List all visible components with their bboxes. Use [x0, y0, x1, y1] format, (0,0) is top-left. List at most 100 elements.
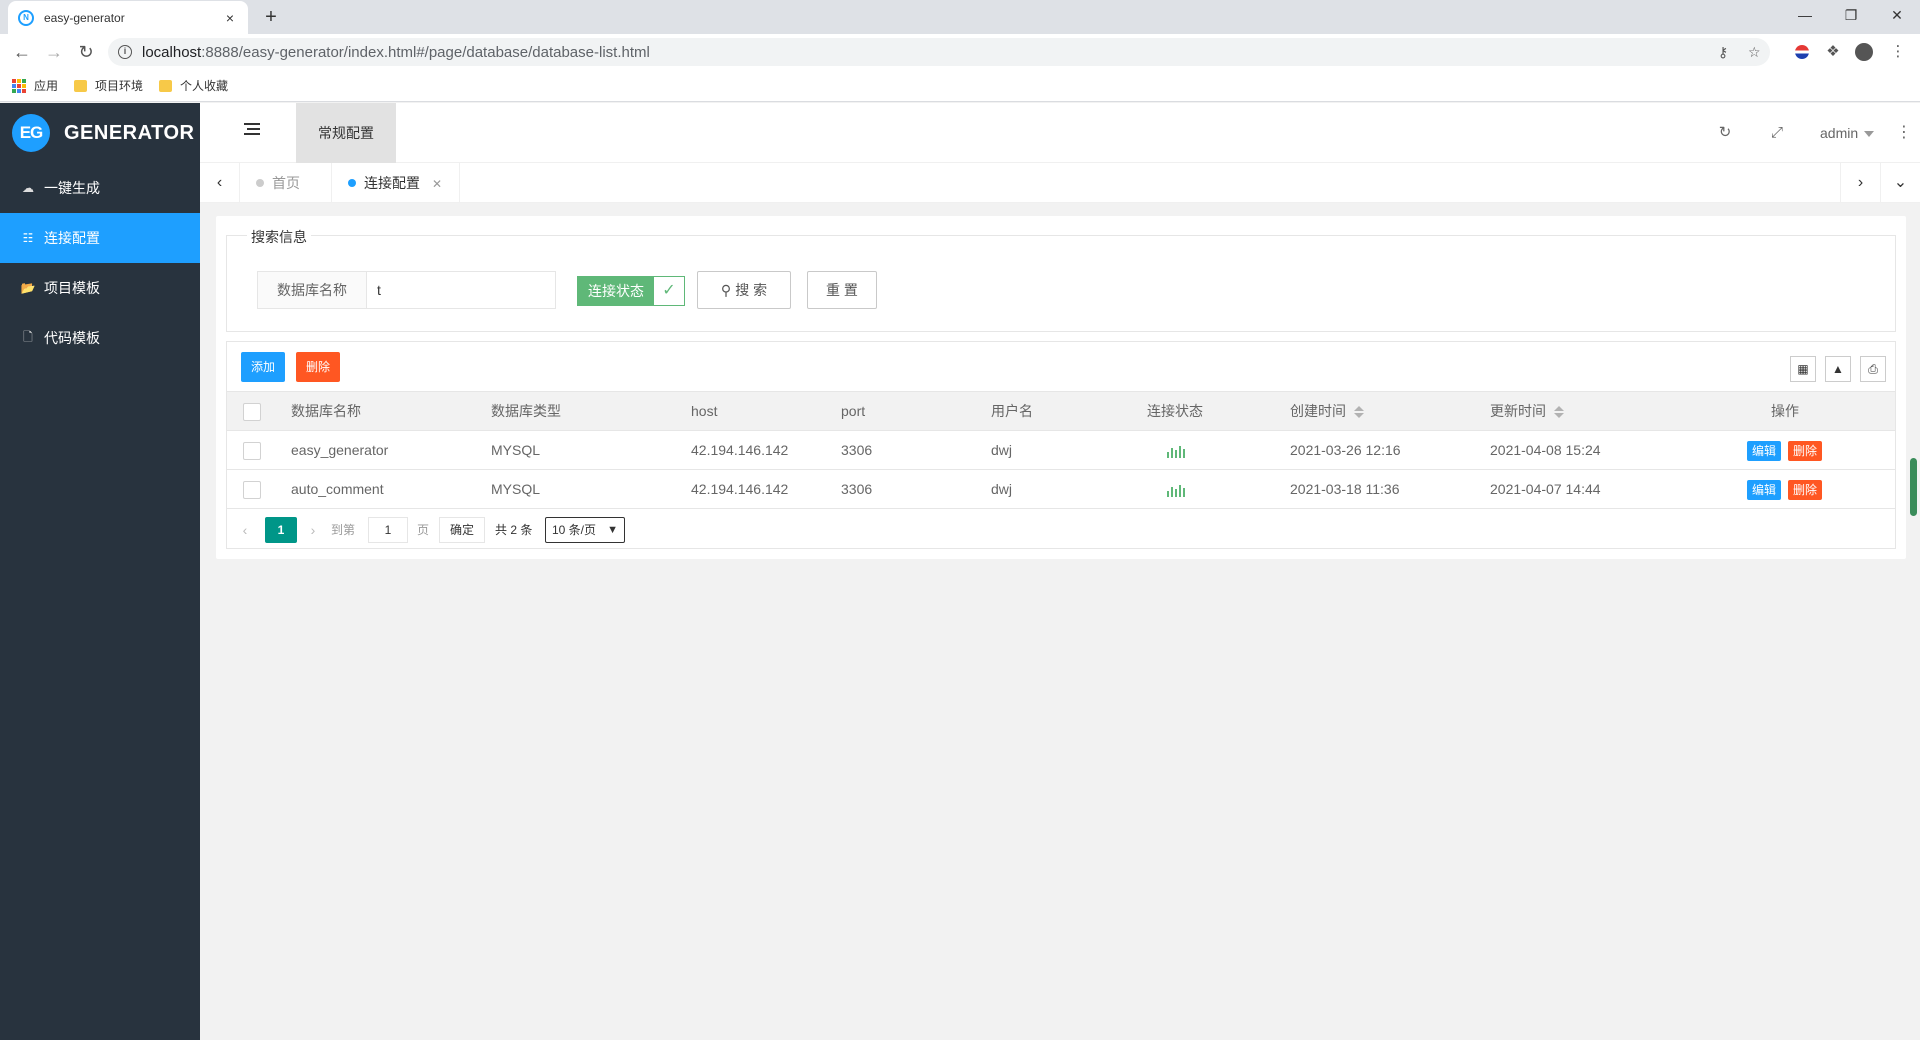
code-file-icon: 🗋 — [23, 329, 33, 344]
tab-label: 首页 — [272, 175, 300, 191]
back-icon[interactable]: ← — [10, 40, 34, 64]
row-checkbox[interactable] — [243, 481, 261, 499]
tabs-scroll-left-icon[interactable]: ‹ — [200, 163, 240, 203]
bookmark-star-icon[interactable]: ☆ — [1748, 38, 1761, 66]
forward-icon[interactable]: → — [42, 40, 66, 64]
cell-host: 42.194.146.142 — [691, 481, 789, 497]
delete-button[interactable]: 删除 — [1788, 480, 1823, 500]
prev-page-icon[interactable]: ‹ — [235, 517, 255, 543]
new-tab-button[interactable]: + — [258, 4, 284, 30]
extension-flag-icon[interactable] — [1792, 42, 1812, 62]
browser-tab[interactable]: N easy-generator × — [8, 1, 248, 34]
page-unit-label: 页 — [417, 523, 430, 537]
cell-db-type: MYSQL — [491, 442, 541, 458]
refresh-icon[interactable]: ↻ — [1715, 123, 1735, 143]
window-close-icon[interactable]: ✕ — [1874, 0, 1920, 30]
caret-down-icon — [1864, 131, 1875, 138]
table-row: easy_generator MYSQL 42.194.146.142 3306… — [227, 431, 1895, 470]
tab-close-icon[interactable]: × — [222, 10, 238, 26]
select-all-checkbox[interactable] — [243, 403, 261, 421]
sidebar-item-label: 一键生成 — [44, 180, 100, 196]
delete-button[interactable]: 删除 — [1788, 441, 1823, 461]
sort-icon[interactable] — [1554, 405, 1564, 419]
sidebar-item-connection-config[interactable]: ☷ 连接配置 — [0, 213, 200, 263]
browser-menu-icon[interactable]: ⋮ — [1888, 42, 1908, 62]
sort-icon[interactable] — [1354, 405, 1364, 419]
status-bars-icon[interactable] — [1167, 483, 1185, 497]
edit-button[interactable]: 编辑 — [1747, 441, 1782, 461]
extensions-puzzle-icon[interactable]: ❖ — [1823, 42, 1843, 62]
app-logo[interactable]: EG GENERATOR — [0, 103, 200, 163]
page-number-current[interactable]: 1 — [265, 517, 297, 543]
bookmark-apps[interactable]: 应用 — [12, 77, 58, 94]
restore-icon[interactable]: ❐ — [1828, 0, 1874, 30]
bookmark-folder-project-env[interactable]: 项目环境 — [74, 77, 143, 94]
tab-home[interactable]: 首页 — [240, 163, 332, 203]
columns-filter-icon[interactable]: ▦ — [1790, 356, 1816, 382]
col-updated-time[interactable]: 更新时间 — [1490, 392, 1564, 431]
tab-label: 连接配置 — [364, 175, 420, 191]
more-icon[interactable]: ⋮ — [1896, 123, 1912, 143]
col-db-type: 数据库类型 — [491, 403, 561, 419]
sidebar-item-project-template[interactable]: 📂 项目模板 — [0, 263, 200, 313]
browser-tabstrip: N easy-generator × + — ❐ ✕ — [0, 0, 1920, 34]
sidebar-item-label: 连接配置 — [44, 230, 100, 246]
minimize-icon[interactable]: — — [1782, 0, 1828, 30]
key-icon[interactable]: ⚷ — [1718, 38, 1728, 66]
folder-open-icon: 📂 — [20, 281, 36, 295]
address-bar[interactable]: i localhost:8888/easy-generator/index.ht… — [108, 38, 1770, 66]
cell-created-time: 2021-03-18 11:36 — [1290, 481, 1400, 497]
sidebar-item-one-click-generate[interactable]: ☁ 一键生成 — [0, 163, 200, 213]
data-table: 添加 删除 ▦ ▲ ⎙ 数据库名称 数据库类型 host port 用户名 连接… — [226, 341, 1896, 549]
table-row: auto_comment MYSQL 42.194.146.142 3306 d… — [227, 470, 1895, 509]
page-scrollbar[interactable] — [1910, 458, 1917, 516]
reset-button[interactable]: 重 置 — [807, 271, 877, 309]
cloud-icon: ☁ — [22, 181, 34, 195]
tab-close-icon[interactable]: ✕ — [432, 177, 442, 191]
search-legend: 搜索信息 — [247, 227, 311, 247]
connection-status-checkbox[interactable]: 连接状态 ✓ — [577, 276, 685, 306]
browser-tab-title: easy-generator — [44, 10, 125, 25]
sidebar: EG GENERATOR ☁ 一键生成 ☷ 连接配置 📂 项目模板 🗋 代码模板 — [0, 103, 200, 1040]
next-page-icon[interactable]: › — [303, 517, 323, 543]
reload-icon[interactable]: ↻ — [74, 40, 98, 64]
search-button-label: 搜 索 — [735, 282, 768, 298]
tab-dot — [256, 179, 264, 187]
profile-avatar-icon[interactable] — [1854, 42, 1874, 62]
cell-updated-time: 2021-04-08 15:24 — [1490, 442, 1601, 458]
menu-toggle-icon[interactable] — [244, 123, 260, 137]
tabs-dropdown-icon[interactable]: ⌄ — [1880, 163, 1920, 203]
row-checkbox[interactable] — [243, 442, 261, 460]
tab-connection-config[interactable]: 连接配置 ✕ — [332, 163, 460, 203]
export-icon[interactable]: ▲ — [1825, 356, 1851, 382]
header-tab-general-config[interactable]: 常规配置 — [296, 103, 396, 163]
goto-page-input[interactable]: 1 — [368, 517, 408, 543]
goto-confirm-button[interactable]: 确定 — [439, 517, 485, 543]
site-info-icon[interactable]: i — [118, 45, 132, 59]
connection-status-label: 连接状态 — [578, 277, 654, 305]
bookmark-label: 应用 — [34, 79, 59, 93]
cell-updated-time: 2021-04-07 14:44 — [1490, 481, 1601, 497]
bookmark-folder-favorites[interactable]: 个人收藏 — [159, 77, 228, 94]
cell-db-type: MYSQL — [491, 481, 541, 497]
page-size-select[interactable]: 10 条/页 ▼ — [545, 517, 625, 543]
add-button[interactable]: 添加 — [241, 352, 286, 382]
sidebar-item-code-template[interactable]: 🗋 代码模板 — [0, 313, 200, 363]
tabs-scroll-right-icon[interactable]: › — [1840, 163, 1880, 203]
edit-button[interactable]: 编辑 — [1747, 480, 1782, 500]
col-actions: 操作 — [1771, 403, 1799, 419]
fullscreen-icon[interactable]: ⤢ — [1767, 123, 1787, 143]
status-bars-icon[interactable] — [1167, 444, 1185, 458]
db-name-input[interactable]: t — [366, 271, 556, 309]
cell-username: dwj — [991, 481, 1013, 497]
batch-delete-button[interactable]: 删除 — [296, 352, 341, 382]
col-db-name: 数据库名称 — [291, 403, 361, 419]
favicon-icon: N — [18, 9, 34, 26]
col-label: 创建时间 — [1290, 403, 1346, 419]
col-port: port — [841, 403, 866, 419]
col-created-time[interactable]: 创建时间 — [1290, 392, 1364, 431]
user-menu[interactable]: admin — [1820, 103, 1875, 163]
search-button[interactable]: ⚲ 搜 索 — [697, 271, 791, 309]
col-label: 更新时间 — [1490, 403, 1546, 419]
print-icon[interactable]: ⎙ — [1860, 356, 1886, 382]
